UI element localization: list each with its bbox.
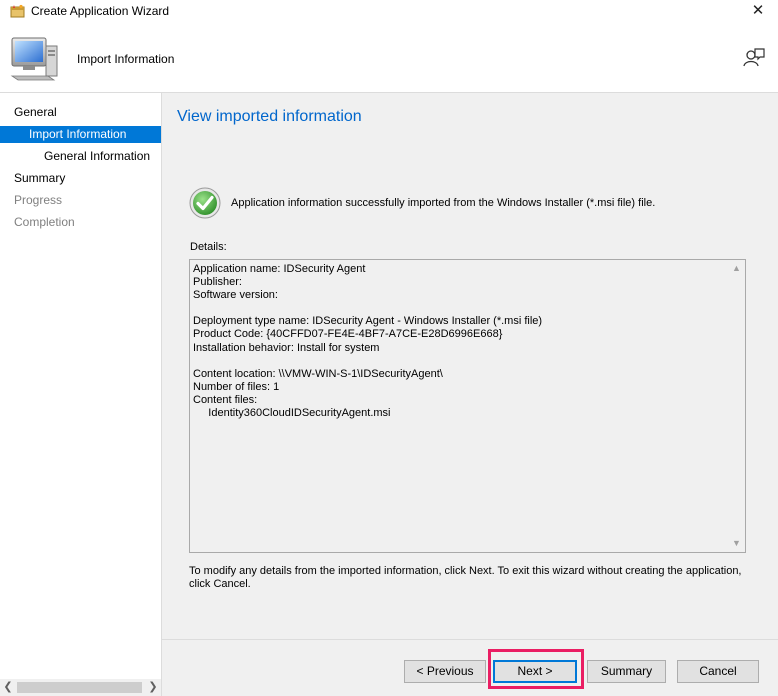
details-line: Deployment type name: IDSecurity Agent -… [193,315,543,328]
previous-button[interactable]: < Previous [404,660,486,683]
scroll-left-arrow-icon[interactable]: ❮ [0,679,16,696]
close-button[interactable]: ✕ [738,0,778,24]
details-textbox[interactable]: Application name: IDSecurity Agent Publi… [189,259,746,553]
section-heading: View imported information [177,108,362,125]
nav-horizontal-scrollbar[interactable]: ❮ ❯ [0,679,162,696]
wizard-app-icon [10,4,25,18]
details-line [193,355,727,368]
status-message: Application information successfully imp… [231,197,656,209]
details-line: Content location: \\VMW-WIN-S-1\IDSecuri… [193,367,443,380]
details-line: Publisher: [193,276,242,289]
details-line: Application name: IDSecurity Agent [193,263,366,275]
wizard-header: Import Information [0,24,778,93]
instruction-text: To modify any details from the imported … [189,565,742,590]
scroll-up-arrow-icon[interactable]: ▲ [728,260,745,277]
details-line [193,302,727,315]
details-line: Product Code: {40CFFD07-FE4E-4BF7-A7CE-E… [193,328,503,341]
scroll-down-arrow-icon[interactable]: ▼ [728,535,745,552]
feedback-icon[interactable] [742,46,766,70]
title-bar: Create Application Wizard ✕ [0,0,778,24]
nav-item-import-information[interactable]: Import Information [0,126,161,143]
details-content: Application name: IDSecurity Agent Publi… [193,263,727,420]
nav-item-general[interactable]: General [0,104,161,121]
success-checkmark-icon [189,187,221,219]
computer-icon [10,37,58,81]
details-line: Identity360CloudIDSecurityAgent.msi [193,407,391,420]
nav-item-general-information[interactable]: General Information [0,148,161,165]
details-line: Installation behavior: Install for syste… [193,341,380,354]
page-title: Import Information [77,52,175,66]
nav-item-completion: Completion [14,215,75,229]
wizard-nav: General Import Information General Infor… [0,93,162,679]
window-title: Create Application Wizard [31,4,170,18]
details-line: Number of files: 1 [193,380,280,393]
details-vertical-scrollbar[interactable]: ▲ ▼ [728,260,745,552]
next-button-highlight [488,649,584,689]
cancel-button[interactable]: Cancel [677,660,759,683]
details-label: Details: [190,241,227,253]
summary-button[interactable]: Summary [587,660,666,683]
divider [162,639,778,640]
scroll-thumb[interactable] [17,682,142,693]
nav-item-progress: Progress [14,193,63,207]
scroll-right-arrow-icon[interactable]: ❯ [145,679,161,696]
details-line: Content files: [193,393,258,406]
nav-item-summary[interactable]: Summary [0,170,161,187]
details-line: Software version: [193,289,278,302]
